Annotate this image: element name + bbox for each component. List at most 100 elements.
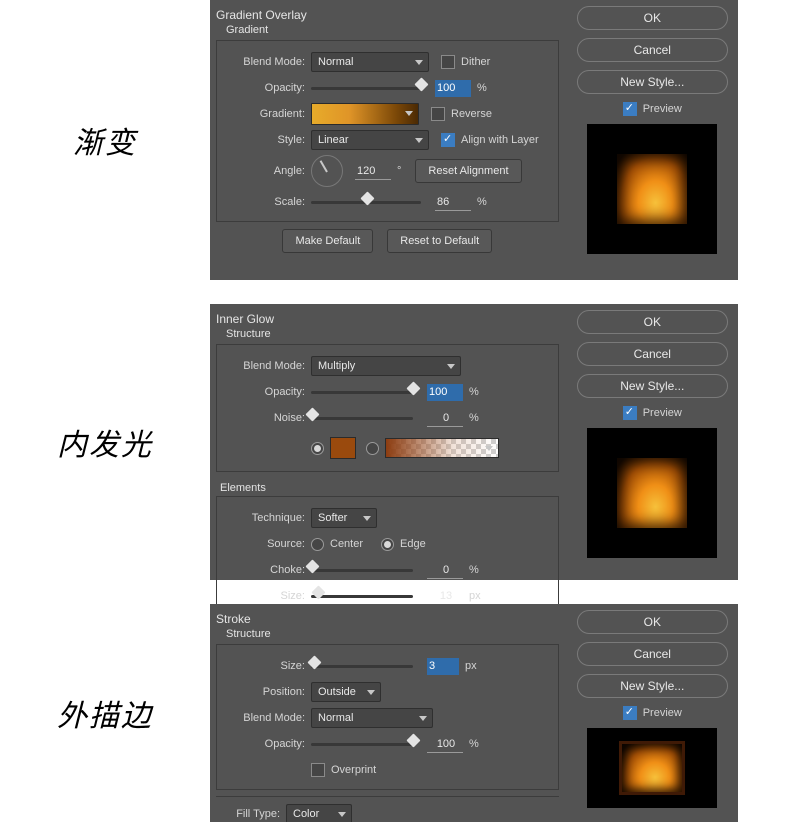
choke-label: Choke: bbox=[221, 564, 311, 576]
opacity-slider[interactable] bbox=[311, 87, 421, 90]
size-slider[interactable] bbox=[311, 665, 413, 668]
ok-button[interactable]: OK bbox=[577, 610, 728, 634]
overprint-label: Overprint bbox=[331, 764, 376, 776]
glow-gradient-radio[interactable] bbox=[366, 442, 379, 455]
size-label: Size: bbox=[221, 660, 311, 672]
reset-alignment-button[interactable]: Reset Alignment bbox=[415, 159, 521, 183]
panel-title: Stroke bbox=[210, 610, 565, 626]
fill-type-select[interactable]: Color bbox=[286, 804, 352, 822]
new-style-button[interactable]: New Style... bbox=[577, 674, 728, 698]
noise-slider[interactable] bbox=[311, 417, 413, 420]
opacity-input[interactable]: 100 bbox=[435, 80, 471, 97]
cancel-button[interactable]: Cancel bbox=[577, 38, 728, 62]
percent-unit: % bbox=[469, 738, 479, 750]
dialog-inner-glow: Inner Glow Structure Blend Mode: Multipl… bbox=[210, 304, 738, 580]
preview-thumbnail bbox=[587, 124, 717, 254]
cancel-button[interactable]: Cancel bbox=[577, 642, 728, 666]
percent-unit: % bbox=[469, 386, 479, 398]
percent-unit: % bbox=[477, 82, 487, 94]
px-unit: px bbox=[469, 590, 481, 602]
scale-slider[interactable] bbox=[311, 201, 421, 204]
position-select[interactable]: Outside bbox=[311, 682, 381, 702]
blend-mode-label: Blend Mode: bbox=[221, 712, 311, 724]
preview-label: Preview bbox=[643, 407, 682, 419]
percent-unit: % bbox=[469, 412, 479, 424]
cancel-button[interactable]: Cancel bbox=[577, 342, 728, 366]
style-select[interactable]: Linear bbox=[311, 130, 429, 150]
dialog-gradient-overlay: Gradient Overlay Gradient Blend Mode: No… bbox=[210, 0, 738, 280]
size-input[interactable]: 13 bbox=[427, 588, 463, 605]
opacity-slider[interactable] bbox=[311, 391, 413, 394]
preview-label: Preview bbox=[643, 707, 682, 719]
source-edge-label: Edge bbox=[400, 538, 426, 550]
elements-title: Elements bbox=[210, 478, 565, 496]
panel-title: Gradient Overlay bbox=[210, 6, 565, 22]
preview-label: Preview bbox=[643, 103, 682, 115]
opacity-slider[interactable] bbox=[311, 743, 413, 746]
fill-type-label: Fill Type: bbox=[210, 808, 286, 820]
gradient-label: Gradient: bbox=[221, 108, 311, 120]
px-unit: px bbox=[465, 660, 477, 672]
size-slider[interactable] bbox=[311, 595, 413, 598]
new-style-button[interactable]: New Style... bbox=[577, 70, 728, 94]
technique-label: Technique: bbox=[221, 512, 311, 524]
choke-slider[interactable] bbox=[311, 569, 413, 572]
reverse-label: Reverse bbox=[451, 108, 492, 120]
technique-select[interactable]: Softer bbox=[311, 508, 377, 528]
blend-mode-label: Blend Mode: bbox=[221, 360, 311, 372]
scale-input[interactable]: 86 bbox=[435, 194, 471, 211]
preview-checkbox[interactable] bbox=[623, 706, 637, 720]
preview-checkbox[interactable] bbox=[623, 102, 637, 116]
degree-unit: ° bbox=[397, 165, 401, 177]
noise-input[interactable]: 0 bbox=[427, 410, 463, 427]
overprint-checkbox[interactable] bbox=[311, 763, 325, 777]
align-checkbox[interactable] bbox=[441, 133, 455, 147]
choke-input[interactable]: 0 bbox=[427, 562, 463, 579]
angle-input[interactable]: 120 bbox=[355, 163, 391, 180]
blend-mode-select[interactable]: Normal bbox=[311, 52, 429, 72]
ok-button[interactable]: OK bbox=[577, 310, 728, 334]
section-title: Gradient bbox=[210, 22, 565, 40]
source-label: Source: bbox=[221, 538, 311, 550]
reset-default-button[interactable]: Reset to Default bbox=[387, 229, 492, 253]
size-input[interactable]: 3 bbox=[427, 658, 459, 675]
percent-unit: % bbox=[477, 196, 487, 208]
blend-mode-select[interactable]: Multiply bbox=[311, 356, 461, 376]
preview-thumbnail bbox=[587, 428, 717, 558]
source-center-label: Center bbox=[330, 538, 363, 550]
opacity-input[interactable]: 100 bbox=[427, 736, 463, 753]
make-default-button[interactable]: Make Default bbox=[282, 229, 373, 253]
position-label: Position: bbox=[221, 686, 311, 698]
source-center-radio[interactable] bbox=[311, 538, 324, 551]
scale-label: Scale: bbox=[221, 196, 311, 208]
source-edge-radio[interactable] bbox=[381, 538, 394, 551]
annotation-gradient: 渐变 bbox=[0, 0, 210, 280]
dither-checkbox[interactable] bbox=[441, 55, 455, 69]
section-title: Structure bbox=[210, 326, 565, 344]
opacity-label: Opacity: bbox=[221, 82, 311, 94]
dialog-stroke: Stroke Structure Size: 3 px Position: Ou… bbox=[210, 604, 738, 822]
noise-label: Noise: bbox=[221, 412, 311, 424]
annotation-stroke: 外描边 bbox=[0, 604, 210, 822]
gradient-swatch[interactable] bbox=[311, 103, 419, 125]
angle-label: Angle: bbox=[221, 165, 311, 177]
angle-dial[interactable] bbox=[311, 155, 343, 187]
opacity-label: Opacity: bbox=[221, 738, 311, 750]
panel-title: Inner Glow bbox=[210, 310, 565, 326]
blend-mode-select[interactable]: Normal bbox=[311, 708, 433, 728]
ok-button[interactable]: OK bbox=[577, 6, 728, 30]
style-label: Style: bbox=[221, 134, 311, 146]
glow-color-swatch[interactable] bbox=[330, 437, 356, 459]
glow-gradient-swatch[interactable] bbox=[385, 438, 499, 458]
annotation-inner-glow: 内发光 bbox=[0, 304, 210, 580]
percent-unit: % bbox=[469, 564, 479, 576]
glow-color-radio[interactable] bbox=[311, 442, 324, 455]
reverse-checkbox[interactable] bbox=[431, 107, 445, 121]
section-title: Structure bbox=[210, 626, 565, 644]
opacity-input[interactable]: 100 bbox=[427, 384, 463, 401]
preview-checkbox[interactable] bbox=[623, 406, 637, 420]
align-label: Align with Layer bbox=[461, 134, 539, 146]
new-style-button[interactable]: New Style... bbox=[577, 374, 728, 398]
blend-mode-label: Blend Mode: bbox=[221, 56, 311, 68]
dither-label: Dither bbox=[461, 56, 490, 68]
